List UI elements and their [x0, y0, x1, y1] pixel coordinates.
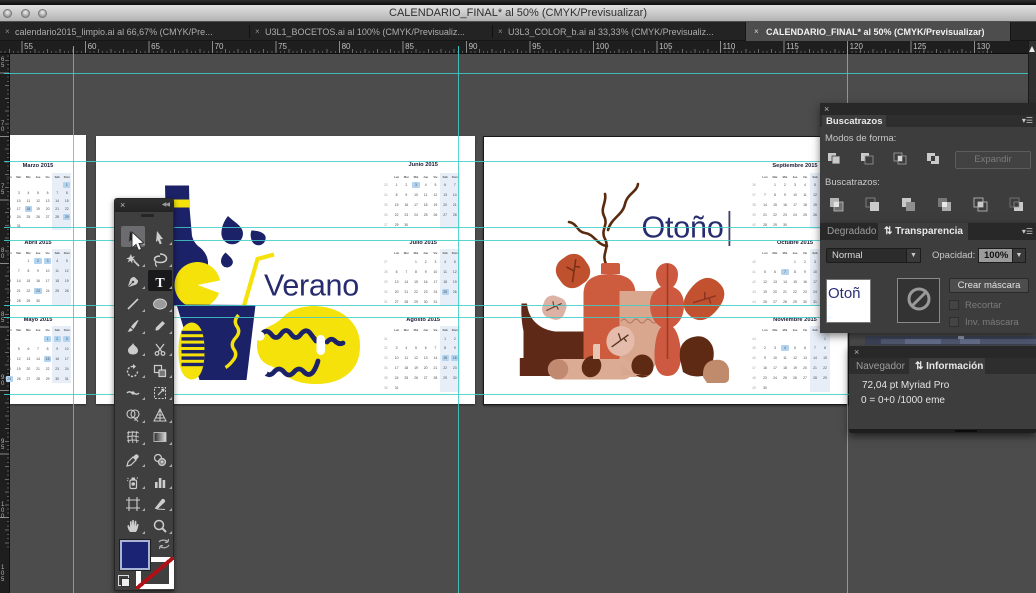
svg-text:T: T	[155, 276, 165, 290]
svg-text:Verano: Verano	[264, 269, 359, 303]
